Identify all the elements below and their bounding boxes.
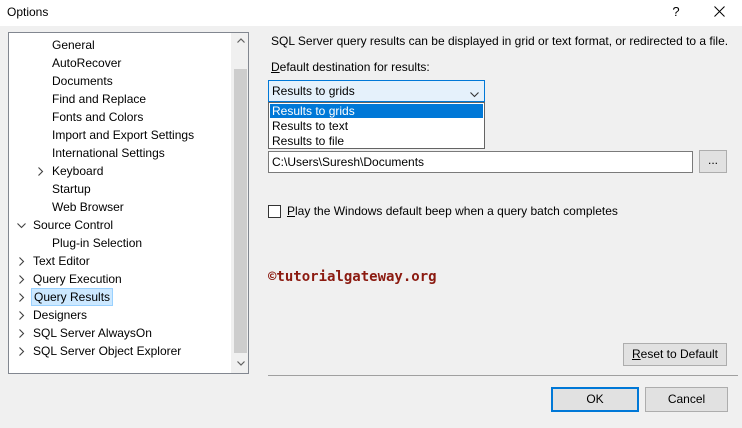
- tree-item[interactable]: Query Execution: [31, 270, 124, 288]
- footer-divider: [268, 375, 738, 376]
- chevron-right-icon[interactable]: [36, 167, 45, 176]
- chevron-right-icon[interactable]: [17, 311, 26, 320]
- tree-item-label: Text Editor: [33, 254, 90, 268]
- tree-item[interactable]: SQL Server Object Explorer: [31, 342, 183, 360]
- chevron-up-icon: [236, 38, 245, 43]
- tree-item-label: AutoRecover: [52, 56, 122, 70]
- tree-item-label: Web Browser: [52, 200, 124, 214]
- tree-item[interactable]: Web Browser: [50, 198, 126, 216]
- tree-item[interactable]: Keyboard: [50, 162, 105, 180]
- beep-checkbox-label[interactable]: Play the Windows default beep when a que…: [287, 204, 618, 218]
- destination-options-list: Results to grids Results to text Results…: [268, 102, 485, 149]
- browse-button[interactable]: ...: [699, 150, 727, 173]
- close-button[interactable]: [708, 2, 730, 22]
- option-results-to-grids[interactable]: Results to grids: [270, 104, 483, 118]
- file-location-field[interactable]: [268, 151, 693, 173]
- scroll-up-button[interactable]: [232, 33, 249, 50]
- tree-item[interactable]: Import and Export Settings: [50, 126, 196, 144]
- tree-item-label: Documents: [52, 74, 113, 88]
- tree-item-label: Import and Export Settings: [52, 128, 195, 142]
- tree-item[interactable]: AutoRecover: [50, 54, 123, 72]
- tree-scrollbar[interactable]: [231, 33, 248, 373]
- tree-item[interactable]: General: [50, 36, 97, 54]
- beep-checkbox[interactable]: [268, 205, 281, 218]
- beep-label-accel: P: [287, 204, 296, 218]
- chevron-right-icon[interactable]: [17, 257, 26, 266]
- reset-label-accel: R: [631, 347, 641, 361]
- title-bar: Options ?: [0, 0, 742, 26]
- tree-item[interactable]: Fonts and Colors: [50, 108, 145, 126]
- reset-label-text: eset to Default: [640, 347, 719, 361]
- tree-item[interactable]: Find and Replace: [50, 90, 148, 108]
- tree-item-label: Designers: [33, 308, 88, 322]
- tree-item-label: Startup: [52, 182, 91, 196]
- tree-item[interactable]: International Settings: [50, 144, 167, 162]
- tree-item[interactable]: Designers: [31, 306, 89, 324]
- tree-item[interactable]: SQL Server AlwaysOn: [31, 324, 154, 342]
- tree-item[interactable]: Query Results: [31, 288, 114, 306]
- chevron-down-icon[interactable]: [17, 221, 26, 230]
- chevron-right-icon[interactable]: [17, 329, 26, 338]
- scroll-down-button[interactable]: [232, 356, 249, 373]
- tree-item-label: Query Results: [34, 290, 111, 304]
- destination-value: Results to grids: [272, 84, 355, 98]
- tree-item-label: SQL Server Object Explorer: [33, 344, 182, 358]
- scroll-thumb[interactable]: [234, 69, 247, 353]
- window-title: Options: [7, 5, 49, 19]
- chevron-right-icon[interactable]: [17, 275, 26, 284]
- tree-item[interactable]: Text Editor: [31, 252, 92, 270]
- destination-dropdown[interactable]: Results to grids: [268, 80, 485, 102]
- help-button[interactable]: ?: [667, 3, 685, 21]
- destination-label: Default destination for results:: [271, 60, 430, 74]
- tree-item-label: General: [52, 38, 95, 52]
- tree-item[interactable]: Startup: [50, 180, 93, 198]
- tree-item-label: Find and Replace: [52, 92, 147, 106]
- reset-to-default-button[interactable]: Reset to Default: [623, 343, 727, 366]
- options-tree[interactable]: General AutoRecover Documents Find and Repl…: [8, 32, 249, 374]
- tree-item-label: International Settings: [52, 146, 165, 160]
- chevron-right-icon[interactable]: [17, 347, 26, 356]
- tree-item-label: Source Control: [33, 218, 114, 232]
- cancel-button[interactable]: Cancel: [645, 387, 728, 412]
- option-results-to-text[interactable]: Results to text: [270, 119, 483, 133]
- tree-item-label: SQL Server AlwaysOn: [33, 326, 152, 340]
- option-results-to-file[interactable]: Results to file: [270, 134, 483, 148]
- chevron-down-icon: [236, 361, 245, 366]
- tree-item-label: Fonts and Colors: [52, 110, 144, 124]
- chevron-down-icon: [470, 87, 479, 101]
- tree-item[interactable]: Plug-in Selection: [50, 234, 144, 252]
- beep-label-text: lay the Windows default beep when a quer…: [295, 204, 618, 218]
- destination-label-accel: D: [271, 60, 280, 74]
- watermark-text: ©tutorialgateway.org: [268, 269, 437, 285]
- destination-label-text: efault destination for results:: [279, 60, 430, 74]
- file-location-input[interactable]: [269, 152, 692, 172]
- close-icon: [713, 6, 725, 17]
- ok-button[interactable]: OK: [551, 387, 639, 412]
- tree-item[interactable]: Documents: [50, 72, 115, 90]
- tree-item[interactable]: Source Control: [31, 216, 115, 234]
- tree-item-label: Plug-in Selection: [52, 236, 143, 250]
- tree-item-label: Keyboard: [52, 164, 104, 178]
- chevron-right-icon[interactable]: [17, 293, 26, 302]
- page-description: SQL Server query results can be displaye…: [271, 34, 729, 48]
- tree-item-label: Query Execution: [33, 272, 122, 286]
